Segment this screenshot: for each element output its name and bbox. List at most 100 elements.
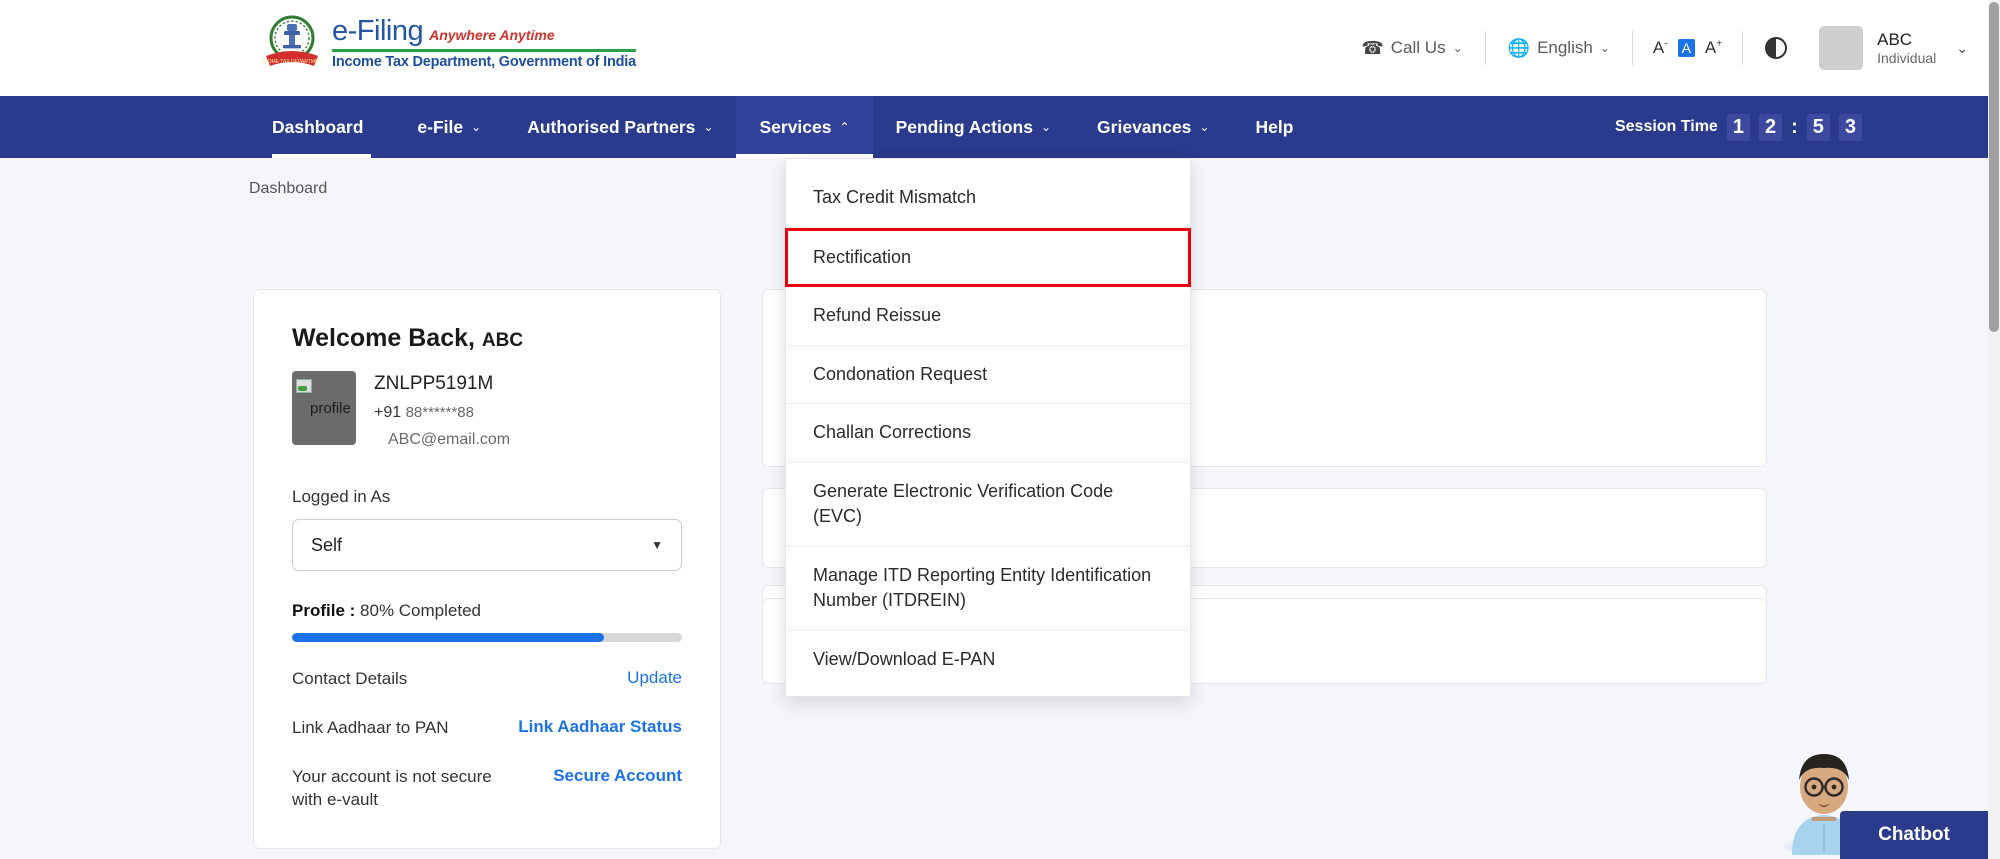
logged-in-as-label: Logged in As (292, 487, 682, 507)
profile-completion-prefix: Profile : (292, 601, 355, 620)
session-digit-3: 5 (1807, 114, 1830, 141)
secure-account-link[interactable]: Secure Account (553, 766, 682, 786)
divider (1742, 31, 1743, 65)
font-increase-button[interactable]: A+ (1705, 38, 1722, 58)
pan-number: ZNLPP5191M (374, 373, 510, 395)
chevron-down-icon: ⌄ (1956, 40, 1968, 57)
profile-completion-label: Profile : 80% Completed (292, 601, 682, 621)
font-decrease-button[interactable]: A- (1653, 38, 1668, 58)
main-navigation: Dashboard e-File ⌄ Authorised Partners ⌄… (0, 96, 1988, 158)
session-colon: : (1791, 116, 1798, 139)
profile-name: ABC (1877, 29, 1936, 50)
nav-label: Grievances (1097, 117, 1191, 138)
logged-in-as-select[interactable]: Self ▼ (292, 519, 682, 571)
link-aadhaar-status-link[interactable]: Link Aadhaar Status (518, 717, 682, 737)
globe-icon: 🌐 (1508, 38, 1530, 59)
logged-in-as-value: Self (311, 535, 342, 556)
chevron-down-icon: ▼ (651, 538, 663, 552)
session-digit-2: 2 (1759, 114, 1782, 141)
chevron-down-icon: ⌄ (471, 120, 481, 134)
broken-image-icon (296, 379, 312, 393)
chevron-up-icon: ⌃ (840, 120, 850, 134)
divider (1485, 31, 1486, 65)
phone-masked: 88******88 (406, 404, 474, 421)
menu-item-refund-reissue[interactable]: Refund Reissue (786, 287, 1190, 346)
brand-tagline: Anywhere Anytime (429, 28, 555, 42)
page-scrollbar[interactable] (1988, 0, 2000, 859)
welcome-heading: Welcome Back, ABC (292, 324, 682, 353)
nav-item-dashboard[interactable]: Dashboard (249, 96, 394, 158)
menu-item-view-download-epan[interactable]: View/Download E-PAN (786, 631, 1190, 689)
avatar (1819, 26, 1863, 70)
menu-item-manage-itdrein[interactable]: Manage ITD Reporting Entity Identificati… (786, 547, 1190, 631)
top-header: INCOME TAX DEPARTMENT e-Filing Anywhere … (0, 0, 1988, 96)
chevron-down-icon: ⌄ (1453, 41, 1463, 55)
chevron-down-icon: ⌄ (703, 120, 713, 134)
menu-item-challan-corrections[interactable]: Challan Corrections (786, 404, 1190, 463)
session-digit-4: 3 (1839, 114, 1862, 141)
services-dropdown-menu: Tax Credit Mismatch Rectification Refund… (785, 158, 1191, 697)
chevron-down-icon: ⌄ (1041, 120, 1051, 134)
scrollbar-thumb[interactable] (1989, 2, 1999, 332)
font-normal-button[interactable]: A (1678, 39, 1695, 57)
chevron-down-icon: ⌄ (1600, 41, 1610, 55)
site-logo[interactable]: INCOME TAX DEPARTMENT e-Filing Anywhere … (262, 12, 636, 74)
nav-label: Pending Actions (896, 117, 1033, 138)
welcome-profile-card: Welcome Back, ABC profile ZNLPP5191M +91… (253, 289, 721, 849)
nav-items: Dashboard e-File ⌄ Authorised Partners ⌄… (249, 96, 1316, 158)
list-item: Your account is not secure with e-vault … (292, 766, 682, 812)
welcome-username: ABC (482, 330, 523, 351)
profile-progress-bar (292, 633, 682, 642)
logo-text: e-Filing Anywhere Anytime Income Tax Dep… (332, 17, 636, 70)
call-us-button[interactable]: ☎ Call Us ⌄ (1343, 38, 1480, 59)
contrast-toggle[interactable] (1747, 37, 1805, 59)
nav-label: Authorised Partners (527, 117, 695, 138)
list-item: Contact Details Update (292, 668, 682, 691)
nav-item-grievances[interactable]: Grievances ⌄ (1074, 96, 1232, 158)
nav-label: e-File (417, 117, 463, 138)
phone-country-code: +91 (374, 404, 401, 421)
evault-warning-label: Your account is not secure with e-vault (292, 766, 522, 812)
chatbot-button[interactable]: Chatbot (1840, 811, 1988, 859)
breadcrumb[interactable]: Dashboard (249, 180, 327, 198)
nav-item-e-file[interactable]: e-File ⌄ (394, 96, 504, 158)
nav-item-services[interactable]: Services ⌃ (736, 96, 872, 158)
menu-item-generate-evc[interactable]: Generate Electronic Verification Code (E… (786, 463, 1190, 547)
update-link[interactable]: Update (627, 668, 682, 688)
contact-details-label: Contact Details (292, 668, 407, 691)
menu-item-condonation-request[interactable]: Condonation Request (786, 346, 1190, 405)
user-profile-menu[interactable]: ABC Individual ⌄ (1805, 26, 1988, 70)
page-root: INCOME TAX DEPARTMENT e-Filing Anywhere … (0, 0, 2000, 859)
call-us-label: Call Us (1391, 38, 1446, 58)
language-label: English (1537, 38, 1593, 58)
nav-label: Help (1255, 117, 1293, 138)
language-selector[interactable]: 🌐 English ⌄ (1490, 38, 1628, 59)
session-timer-label: Session Time (1615, 118, 1718, 136)
profile-image-alt: profile (310, 400, 351, 417)
nav-item-authorised-partners[interactable]: Authorised Partners ⌄ (504, 96, 736, 158)
logo-subtitle: Income Tax Department, Government of Ind… (332, 55, 636, 70)
nav-item-pending-actions[interactable]: Pending Actions ⌄ (873, 96, 1074, 158)
phone-number: +91 88******88 (374, 404, 510, 422)
nav-label: Dashboard (272, 117, 363, 138)
welcome-prefix: Welcome Back, (292, 324, 475, 352)
phone-icon: ☎ (1361, 38, 1383, 59)
brand-name: e-Filing (332, 17, 423, 46)
user-identity-block: profile ZNLPP5191M +91 88******88 ABC@em… (292, 371, 682, 449)
session-timer: Session Time 1 2 : 5 3 (1615, 114, 1862, 141)
divider (1632, 31, 1633, 65)
india-emblem-icon: INCOME TAX DEPARTMENT (262, 12, 322, 74)
menu-item-rectification[interactable]: Rectification (785, 228, 1191, 288)
profile-progress-fill (292, 633, 604, 642)
svg-text:INCOME TAX DEPARTMENT: INCOME TAX DEPARTMENT (262, 59, 322, 65)
menu-item-tax-credit-mismatch[interactable]: Tax Credit Mismatch (786, 169, 1190, 228)
contrast-icon[interactable] (1765, 37, 1787, 59)
logo-divider (332, 49, 636, 52)
chatbot-widget[interactable]: Chatbot (1772, 723, 1988, 859)
list-item: Link Aadhaar to PAN Link Aadhaar Status (292, 717, 682, 740)
nav-item-help[interactable]: Help (1232, 96, 1316, 158)
session-digit-1: 1 (1727, 114, 1750, 141)
nav-label: Services (759, 117, 831, 138)
profile-completion-value: 80% Completed (360, 601, 481, 620)
profile-image-broken: profile (292, 371, 356, 445)
